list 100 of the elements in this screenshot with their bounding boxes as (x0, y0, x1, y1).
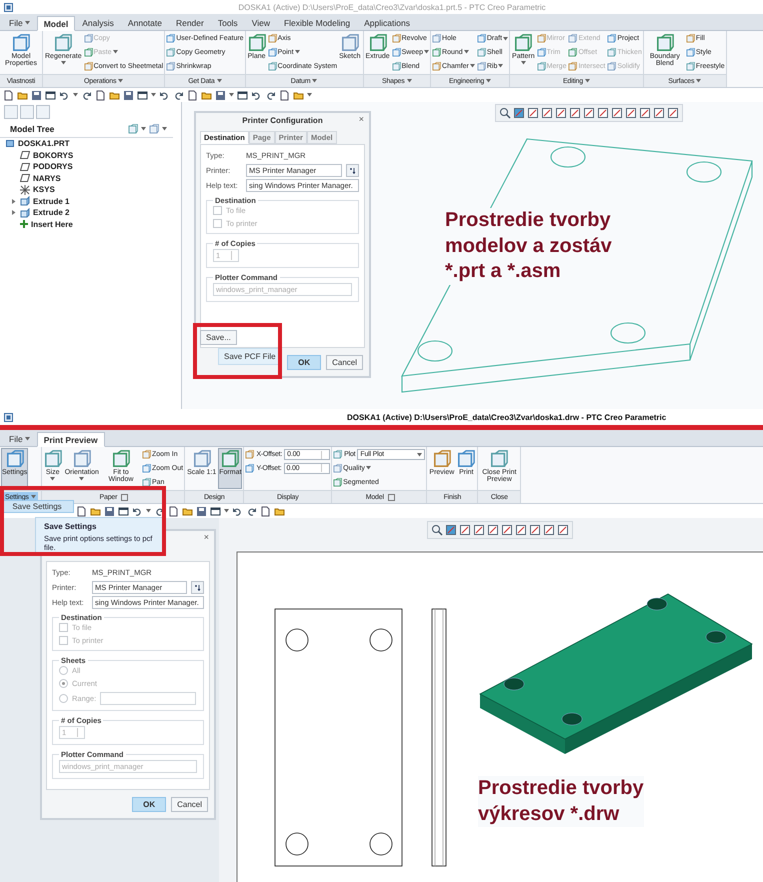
caret-icon (73, 93, 78, 97)
redo-icon[interactable] (173, 90, 184, 100)
undo-icon[interactable] (59, 90, 70, 100)
tree-item[interactable]: DOSKA1.PRT (18, 139, 70, 148)
caret-icon (146, 509, 151, 513)
launcher-icon[interactable] (388, 494, 395, 500)
ribbon-tab[interactable]: Tools (210, 15, 245, 30)
radio-button[interactable] (59, 694, 68, 703)
window-icon[interactable] (210, 506, 221, 516)
window-icon[interactable] (137, 90, 148, 100)
view-tool-icon[interactable] (569, 107, 581, 119)
redo-icon[interactable] (154, 506, 165, 516)
save-icon[interactable] (215, 90, 226, 100)
ribbon-tab[interactable]: Annotate (120, 15, 169, 30)
window-icon[interactable] (45, 90, 56, 100)
launcher-icon[interactable] (121, 494, 128, 500)
view-tool-icon[interactable] (557, 524, 569, 536)
window-icon[interactable] (118, 506, 129, 516)
zoom-icon[interactable] (499, 107, 511, 119)
view-tool-icon[interactable] (515, 524, 527, 536)
ribbon-tab[interactable]: Model (36, 16, 76, 31)
ribbon-tab[interactable]: Analysis (75, 15, 121, 30)
range-field[interactable] (100, 692, 196, 705)
tool-icon (166, 48, 176, 57)
tool-icon (686, 34, 695, 44)
tree-item[interactable]: Insert Here (31, 220, 73, 229)
tool-icon (392, 62, 401, 71)
tool-icon (84, 34, 93, 44)
tree-item[interactable]: NARYS (33, 174, 61, 183)
tree-item[interactable]: KSYS (33, 185, 55, 194)
ribbon-tab[interactable]: File (2, 15, 37, 30)
tool-icon (112, 450, 130, 468)
ok-button[interactable]: OK (132, 796, 166, 812)
tool-icon (245, 464, 254, 473)
tool-icon (607, 48, 616, 57)
cancel-button[interactable]: Cancel (171, 796, 208, 812)
close-button[interactable]: × (204, 532, 209, 542)
save-icon[interactable] (31, 90, 42, 100)
window-icon[interactable] (237, 90, 248, 100)
tool-icon (457, 450, 476, 468)
close-button[interactable]: × (358, 114, 364, 124)
redo-icon[interactable] (81, 90, 92, 100)
save-button[interactable]: Save... (200, 330, 237, 345)
view-tool-icon[interactable] (597, 107, 609, 119)
caret-icon (486, 79, 492, 83)
extrude-icon (20, 196, 30, 206)
view-tool-icon[interactable] (625, 107, 637, 119)
ribbon-tab[interactable]: Render (168, 15, 211, 30)
tree-item[interactable]: Extrude 1 (33, 196, 70, 206)
undo-icon[interactable] (132, 506, 143, 516)
tool-icon (221, 450, 240, 468)
view-tool-icon[interactable] (529, 524, 541, 536)
expand-arrow-icon[interactable] (11, 210, 16, 216)
view-tool-icon[interactable] (667, 107, 679, 119)
tool-icon (568, 48, 578, 57)
ribbon-tab[interactable]: Flexible Modeling (276, 15, 358, 30)
caret-icon (464, 50, 469, 54)
undo-icon[interactable] (251, 90, 262, 100)
save-icon[interactable] (196, 506, 207, 516)
panel-title: Model Tree (10, 124, 54, 134)
menu-item[interactable]: Save Settings (12, 502, 62, 511)
tree-item[interactable]: PODORYS (33, 162, 73, 172)
tree-item[interactable]: BOKORYS (33, 150, 74, 160)
ribbon-tab[interactable]: View (244, 15, 277, 30)
tool-icon (432, 48, 442, 57)
tool-icon (142, 478, 151, 487)
tool-icon (656, 34, 674, 52)
cancel-button[interactable]: Cancel (326, 354, 363, 370)
ribbon-tab[interactable]: Print Preview (36, 432, 105, 447)
plus-arrow-icon[interactable] (349, 166, 356, 174)
undo-icon[interactable] (159, 90, 170, 100)
shaded-box-icon[interactable] (445, 524, 457, 536)
plus-arrow-icon[interactable] (194, 584, 201, 590)
ribbon-tab[interactable]: File (2, 431, 37, 446)
radio-button[interactable] (59, 679, 68, 688)
save-icon[interactable] (123, 90, 134, 100)
view-tool-icon[interactable] (611, 107, 623, 119)
view-tool-icon[interactable] (543, 524, 555, 536)
view-tool-icon[interactable] (653, 107, 665, 119)
save-icon[interactable] (104, 506, 115, 516)
ribbon-tab[interactable]: Applications (357, 15, 417, 30)
caret-icon (307, 93, 312, 97)
caret-icon (229, 93, 234, 97)
caret-icon (151, 93, 156, 97)
shaded-box-icon[interactable] (513, 107, 525, 119)
view-tool-icon[interactable] (583, 107, 595, 119)
tree-item[interactable]: Extrude 2 (33, 208, 70, 218)
undo-icon[interactable] (232, 506, 243, 516)
caret-icon (24, 20, 30, 24)
ok-button[interactable]: OK (287, 354, 322, 370)
view-tool-icon[interactable] (639, 107, 651, 119)
caret-icon (498, 64, 504, 68)
redo-icon[interactable] (265, 90, 276, 100)
tool-icon (166, 34, 176, 44)
zoom-icon[interactable] (431, 524, 443, 536)
radio-button[interactable] (59, 666, 68, 675)
expand-arrow-icon[interactable] (11, 198, 16, 204)
view-tool-icon[interactable] (501, 524, 513, 536)
redo-icon[interactable] (246, 506, 257, 516)
tool-icon (536, 48, 546, 57)
